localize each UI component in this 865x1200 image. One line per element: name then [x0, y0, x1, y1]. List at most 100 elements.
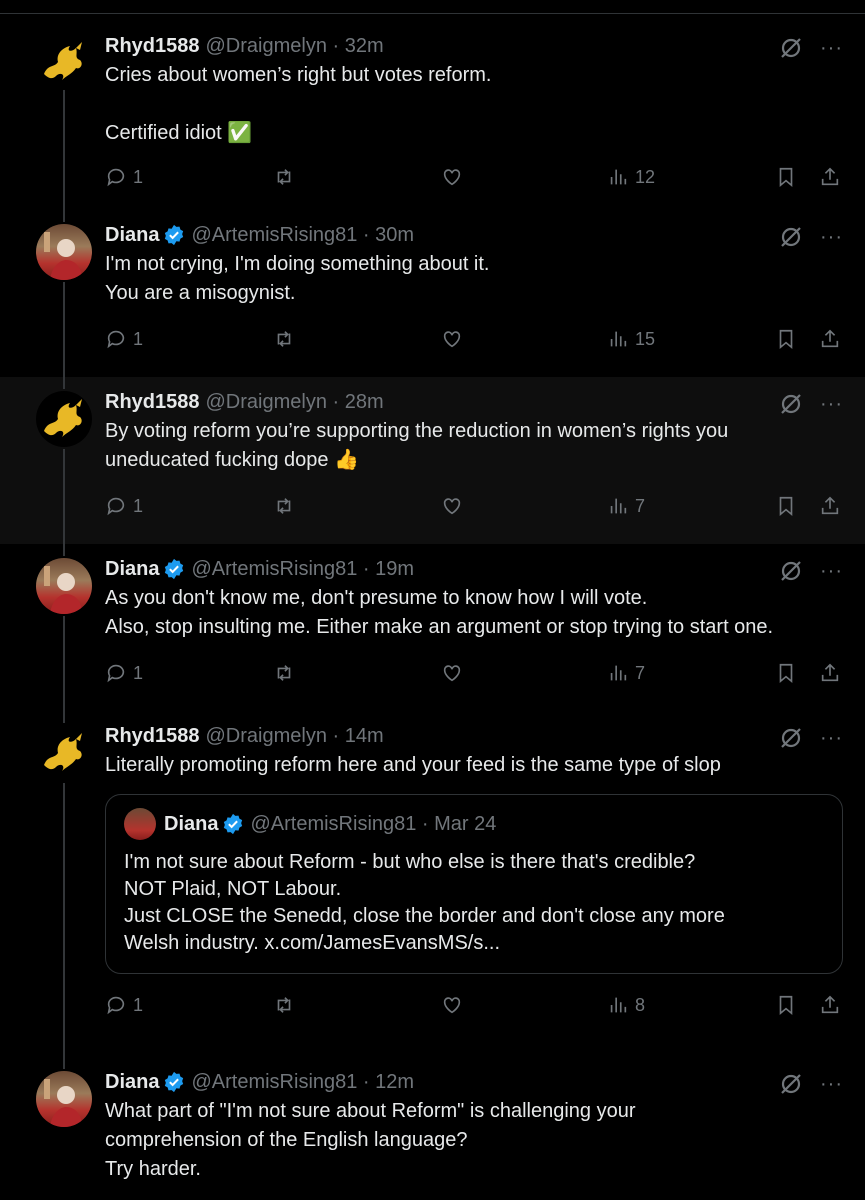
- like-button[interactable]: [441, 166, 463, 188]
- thread-line: [63, 1057, 65, 1069]
- welsh-dragon-avatar[interactable]: [36, 34, 92, 90]
- repost-icon: [277, 331, 291, 347]
- repost-button[interactable]: [273, 166, 295, 188]
- grok-icon[interactable]: [778, 558, 804, 584]
- grok-icon[interactable]: [778, 725, 804, 751]
- author-name[interactable]: Diana: [105, 224, 159, 247]
- top-divider: [0, 0, 865, 14]
- share-button[interactable]: [819, 166, 841, 188]
- more-options-button[interactable]: ···: [820, 226, 843, 249]
- conversation-thread: Rhyd1588 @Draigmelyn · 32m ··· Cries abo…: [0, 16, 865, 1197]
- repost-button[interactable]: [273, 495, 295, 517]
- reply-button[interactable]: 1: [105, 166, 143, 188]
- author-handle-time[interactable]: @Draigmelyn · 14m: [206, 725, 384, 748]
- tweet-header: Diana @ArtemisRising81 · 30m ···: [105, 210, 865, 250]
- bookmark-button[interactable]: [775, 994, 797, 1016]
- author-name[interactable]: Diana: [105, 558, 159, 581]
- more-options-button[interactable]: ···: [820, 393, 843, 416]
- views-button[interactable]: 7: [607, 662, 645, 684]
- grok-icon[interactable]: [778, 224, 804, 250]
- reply-count: 1: [133, 166, 144, 187]
- repost-button[interactable]: [273, 328, 295, 350]
- share-icon: [821, 167, 839, 186]
- person-avatar[interactable]: [36, 558, 92, 614]
- tweet[interactable]: Diana @ArtemisRising81 · 19m ··· As you …: [0, 544, 865, 711]
- share-button[interactable]: [819, 328, 841, 350]
- more-options-button[interactable]: ···: [820, 1073, 843, 1096]
- quoted-tweet-text: I'm not sure about Reform - but who else…: [124, 851, 725, 954]
- tweet-text: I'm not crying, I'm doing something abou…: [105, 253, 490, 304]
- bookmark-button[interactable]: [775, 662, 797, 684]
- author-name[interactable]: Rhyd1588: [105, 35, 200, 58]
- thread-line: [63, 377, 65, 389]
- author-handle-time[interactable]: @ArtemisRising81 · 19m: [191, 558, 414, 581]
- tweet-header: Rhyd1588 @Draigmelyn · 32m ···: [105, 16, 865, 61]
- view-count: 7: [635, 495, 646, 516]
- thread-line: [63, 210, 65, 222]
- tweet-header: Rhyd1588 @Draigmelyn · 28m ···: [105, 377, 865, 417]
- more-options-button[interactable]: ···: [820, 727, 843, 750]
- person-avatar[interactable]: [36, 1071, 92, 1127]
- views-button[interactable]: 7: [607, 495, 645, 517]
- bookmark-button[interactable]: [775, 166, 797, 188]
- more-options-button[interactable]: ···: [820, 37, 843, 60]
- heart-icon: [443, 169, 461, 186]
- share-button[interactable]: [819, 662, 841, 684]
- tweet[interactable]: Rhyd1588 @Draigmelyn · 28m ··· By voting…: [0, 377, 865, 544]
- bookmark-button[interactable]: [775, 495, 797, 517]
- welsh-dragon-avatar[interactable]: [36, 391, 92, 447]
- reply-button[interactable]: 1: [105, 495, 143, 517]
- repost-button[interactable]: [273, 662, 295, 684]
- author-name[interactable]: Diana: [105, 1071, 159, 1094]
- reply-button[interactable]: 1: [105, 994, 143, 1016]
- like-button[interactable]: [441, 662, 463, 684]
- analytics-icon: [610, 997, 627, 1013]
- tweet[interactable]: Diana @ArtemisRising81 · 30m ··· I'm not…: [0, 210, 865, 377]
- thread-line: [63, 544, 65, 556]
- author-name[interactable]: Rhyd1588: [105, 391, 200, 414]
- tweet[interactable]: Rhyd1588 @Draigmelyn · 14m ··· Literally…: [0, 711, 865, 1057]
- welsh-dragon-avatar[interactable]: [36, 725, 92, 781]
- like-button[interactable]: [441, 994, 463, 1016]
- quoted-tweet[interactable]: Diana @ArtemisRising81 · Mar 24 I'm not …: [105, 794, 843, 974]
- analytics-icon: [610, 665, 627, 681]
- tweet-header: Rhyd1588 @Draigmelyn · 14m ···: [105, 711, 865, 751]
- thread-line: [63, 449, 65, 544]
- grok-icon[interactable]: [778, 391, 804, 417]
- bookmark-icon: [779, 663, 793, 684]
- reply-button[interactable]: 1: [105, 662, 143, 684]
- tweet-text: Cries about women’s right but votes refo…: [105, 64, 492, 144]
- tweet-text: What part of "I'm not sure about Reform"…: [105, 1100, 636, 1180]
- share-button[interactable]: [819, 994, 841, 1016]
- author-handle-time[interactable]: @Draigmelyn · 28m: [206, 391, 384, 414]
- verified-badge-icon: [165, 1071, 184, 1093]
- reply-count: 1: [133, 662, 144, 683]
- thread-line: [63, 282, 65, 377]
- heart-icon: [443, 997, 461, 1014]
- thread-line: [63, 711, 65, 723]
- grok-icon[interactable]: [778, 35, 804, 61]
- view-count: 8: [635, 994, 646, 1015]
- like-button[interactable]: [441, 495, 463, 517]
- views-button[interactable]: 8: [607, 994, 645, 1016]
- author-handle-time[interactable]: @ArtemisRising81 · 12m: [191, 1071, 414, 1094]
- tweet[interactable]: Rhyd1588 @Draigmelyn · 32m ··· Cries abo…: [0, 16, 865, 210]
- author-handle-time[interactable]: @ArtemisRising81 · 30m: [191, 224, 414, 247]
- grok-icon[interactable]: [778, 1071, 804, 1097]
- like-button[interactable]: [441, 328, 463, 350]
- views-button[interactable]: 15: [607, 328, 655, 350]
- reply-button[interactable]: 1: [105, 328, 143, 350]
- tweet[interactable]: Diana @ArtemisRising81 · 12m ··· What pa…: [0, 1057, 865, 1197]
- repost-icon: [277, 498, 291, 514]
- reply-count: 1: [133, 994, 144, 1015]
- views-button[interactable]: 12: [607, 166, 655, 188]
- person-avatar[interactable]: [36, 224, 92, 280]
- share-button[interactable]: [819, 495, 841, 517]
- reply-icon: [107, 168, 125, 187]
- bookmark-button[interactable]: [775, 328, 797, 350]
- repost-button[interactable]: [273, 994, 295, 1016]
- more-options-button[interactable]: ···: [820, 560, 843, 583]
- thread-line: [63, 616, 65, 711]
- author-name[interactable]: Rhyd1588: [105, 725, 200, 748]
- author-handle-time[interactable]: @Draigmelyn · 32m: [206, 35, 384, 58]
